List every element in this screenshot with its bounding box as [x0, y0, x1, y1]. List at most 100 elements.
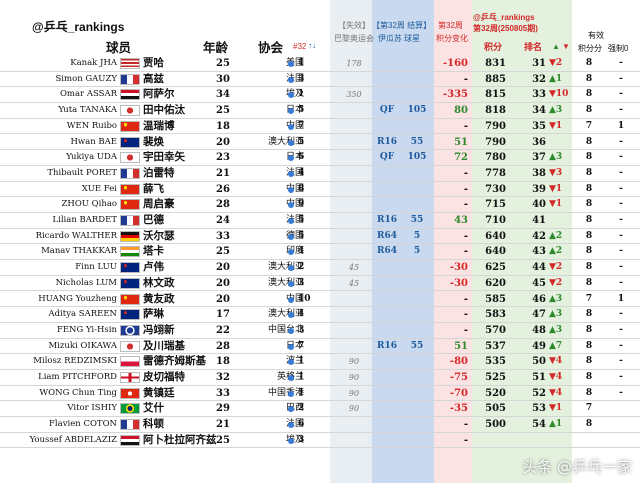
- table-row[interactable]: Ricardo WALTHER 沃尔瑟 33 德国 5 R64 5-640 42 ▲2 8-: [0, 229, 640, 245]
- player-name-en: Finn LUU: [75, 262, 117, 273]
- table-row[interactable]: Nicholas LUM 林文政 20 澳大利亚 3 45 -30 620 45 ▼2 8-: [0, 276, 640, 292]
- rank-movement: ▲3: [549, 105, 563, 116]
- world-rank: 47: [532, 309, 546, 321]
- right-week: 第32周(250805期): [473, 24, 538, 33]
- valid-count: 8: [585, 356, 593, 367]
- player-name-en: Ricardo WALTHER: [35, 230, 117, 241]
- assoc-rank-dot-icon: [288, 343, 294, 350]
- player-age: 21: [216, 167, 230, 179]
- week32-round: R16: [376, 215, 397, 225]
- table-row[interactable]: Milosz REDZIMSKI 雷德齐姆斯基 18 波兰 1 90 -80 535 50 ▼4 8…: [0, 354, 640, 370]
- player-name-cn: 泊雷特: [143, 166, 175, 179]
- table-row[interactable]: Aditya SAREEN 萨琳 17 澳大利亚 4-583 47 ▲3 8-: [0, 307, 640, 323]
- paris-points: 178: [346, 59, 362, 68]
- rank-movement: ▲3: [549, 309, 563, 320]
- flag-icon-chn: [120, 120, 140, 132]
- table-row[interactable]: FENG Yi-Hsin 冯翊新 22 中国台北 3-570 48 ▲3 8-: [0, 323, 640, 339]
- table-row[interactable]: Flavien COTON 科顿 21 法国 6-500 54 ▲1 8: [0, 417, 640, 433]
- forced-count: -: [619, 136, 623, 147]
- points-change: -335: [442, 89, 468, 101]
- valid-count: 7: [585, 293, 593, 304]
- table-row[interactable]: WONG Chun Ting 黄镇廷 33 中国香港 1 90 -70 520 52 ▼4 8-: [0, 386, 640, 402]
- change-tag: 第32周: [438, 21, 463, 30]
- table-row[interactable]: HUANG Youzheng 黄友政 20 中国 10-585 46 ▲3 7 1: [0, 292, 640, 308]
- table-row[interactable]: Lilian BARDET 巴德 24 法国 5 R16 55 43 710 41 8-: [0, 213, 640, 229]
- world-rank: 41: [532, 215, 546, 226]
- table-row[interactable]: Youssef ABDELAZIZ 阿卜杜拉阿齐兹 25 埃及 3-: [0, 433, 640, 449]
- flag-icon-fra: [120, 215, 140, 226]
- world-rank: 53: [532, 403, 546, 415]
- table-row[interactable]: XUE Fei 薛飞 26 中国 8-730 39 ▼1 8-: [0, 182, 640, 198]
- table-row[interactable]: Manav THAKKAR 塔卡 25 印度 4 R64 5-640 43 ▲2 8-: [0, 244, 640, 261]
- points-change: -30: [449, 262, 468, 274]
- world-rank: 44: [532, 262, 546, 274]
- player-name-cn: 科顿: [143, 418, 164, 431]
- points-change: -: [463, 434, 468, 446]
- player-name-en: Manav THAKKAR: [41, 246, 117, 257]
- table-row[interactable]: Yukiya UDA 宇田幸矢 23 日本 6 QF 105 72 780 37 ▲3 8-: [0, 150, 640, 166]
- player-age: 25: [216, 105, 230, 117]
- player-header: 球员: [106, 41, 132, 55]
- total-points: 500: [485, 419, 506, 431]
- rank-movement: ▼3: [549, 167, 563, 178]
- valid-count: 8: [585, 136, 593, 147]
- world-rank: 42: [532, 230, 546, 242]
- table-row[interactable]: Thibault PORET 泊雷特 21 法国 4-778 38 ▼3 8-: [0, 166, 640, 182]
- world-rank: 49: [532, 340, 546, 352]
- player-name-en: Omar ASSAR: [59, 89, 117, 100]
- week32-round: QF: [379, 105, 395, 116]
- assoc-rank-dot-icon: [288, 437, 294, 444]
- table-row[interactable]: Omar ASSAR 阿萨尔 34 埃及 1 350 -335 815 33 ▼10 8-: [0, 87, 640, 104]
- flag-icon-chn: [120, 199, 140, 211]
- assoc-rank-32: 6: [298, 419, 305, 430]
- assoc-rank-32: 9: [298, 199, 305, 210]
- week32-points: 55: [410, 136, 424, 147]
- valid-count: 8: [585, 183, 593, 194]
- player-age: 25: [216, 58, 230, 69]
- total-points: 505: [485, 403, 506, 415]
- player-name-en: Lilian BARDET: [52, 215, 117, 225]
- world-rank: 38: [532, 167, 546, 179]
- table-row[interactable]: Mizuki OIKAWA 及川瑞基 28 日本 7 R16 55 51 537 49 ▲7 8-: [0, 339, 640, 355]
- total-points: 537: [485, 340, 506, 352]
- table-row[interactable]: Simon GAUZY 高兹 30 法国 3-885 32 ▲1 8-: [0, 72, 640, 88]
- rank-movement: ▲7: [549, 340, 563, 351]
- player-name-en: FENG Yi-Hsin: [56, 324, 117, 335]
- valid-count: 7: [585, 120, 593, 131]
- player-name-en: WEN Ruibo: [66, 120, 117, 131]
- ball-star-header: 球星: [404, 34, 420, 43]
- table-row[interactable]: ZHOU Qihao 周启豪 28 中国 9-715 40 ▼1 8-: [0, 197, 640, 213]
- forced-count: -: [619, 230, 623, 241]
- table-row[interactable]: Hwan BAE 裴焕 20 澳大利亚 5 R16 55 51 790 36 8-: [0, 135, 640, 151]
- rank-movement: ▲1: [549, 73, 563, 84]
- table-row[interactable]: Finn LUU 卢伟 20 澳大利亚 2 45 -30 625 44 ▼2 8-: [0, 260, 640, 276]
- table-row[interactable]: WEN Ruibo 温瑞博 18 中国 7-790 35 ▼1 7 1: [0, 119, 640, 135]
- assoc-rank-dot-icon: [288, 327, 294, 334]
- assoc-rank-dot-icon: [288, 61, 294, 67]
- player-age: 23: [216, 152, 230, 164]
- paris-points: 350: [346, 90, 362, 100]
- world-rank: 45: [532, 277, 546, 289]
- table-row[interactable]: Yuta TANAKA 田中佑汰 25 日本 5 QF 105 80 818 34 ▲3 8-: [0, 103, 640, 119]
- rank-movement: ▼1: [549, 199, 563, 210]
- flag-icon-jpn: [120, 340, 140, 352]
- total-points: 715: [485, 199, 506, 211]
- table-row[interactable]: Liam PITCHFORD皮切福特32英格兰190-7552551▼48-: [0, 370, 640, 386]
- rank-movement: ▼2: [549, 262, 563, 273]
- world-rank: 37: [532, 152, 546, 164]
- rank-movement: ▼1: [549, 183, 563, 194]
- forced-count: -: [619, 387, 623, 398]
- assoc-rank-32: 1: [298, 372, 305, 382]
- total-points: 885: [485, 73, 506, 85]
- assoc-rank-32: 5: [298, 105, 305, 116]
- flag-icon-usa: [120, 58, 140, 69]
- world-rank: 46: [532, 293, 546, 305]
- world-rank: 40: [532, 199, 546, 211]
- flag-icon-chn: [120, 293, 140, 305]
- total-points: 535: [485, 356, 506, 368]
- forced-count: -: [619, 183, 623, 194]
- table-row[interactable]: Vitor ISHIY 艾什 29 巴西 2 90 -35 505 53 ▼1 7: [0, 401, 640, 418]
- player-age: 21: [216, 419, 230, 431]
- paris-points: 90: [348, 388, 360, 398]
- table-row[interactable]: Kanak JHA 贾哈 25 美国 1 178 -160 831 31 ▼2 8-: [0, 56, 640, 72]
